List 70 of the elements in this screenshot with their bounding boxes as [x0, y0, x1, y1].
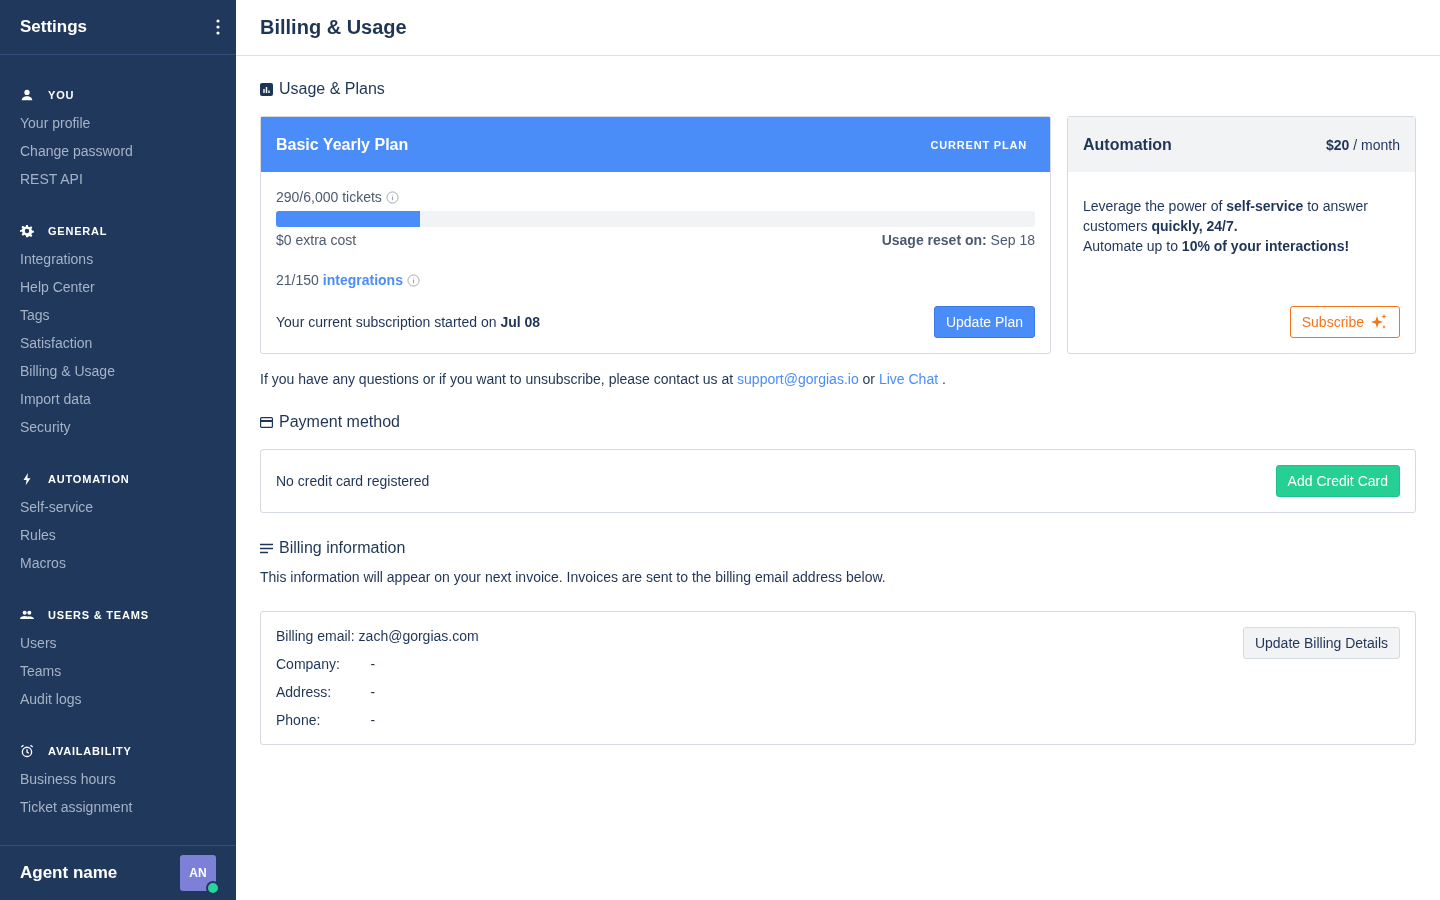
alarm-clock-icon — [20, 744, 34, 758]
update-plan-button[interactable]: Update Plan — [933, 306, 1035, 338]
bar-chart-icon — [260, 82, 273, 96]
field-value: - — [369, 655, 377, 673]
sidebar-item[interactable]: Satisfaction — [0, 329, 236, 357]
automation-price: $20 / month — [1326, 136, 1400, 153]
plan-name: Basic Yearly Plan — [276, 135, 409, 154]
section-heading: AVAILABILITY — [48, 745, 132, 757]
update-billing-details-button[interactable]: Update Billing Details — [1242, 627, 1400, 659]
settings-icon — [20, 224, 34, 238]
integrations-link[interactable]: integrations — [322, 272, 403, 288]
page-title: Billing & Usage — [260, 16, 407, 39]
field-label: Phone: — [276, 711, 322, 729]
sidebar-item[interactable]: Billing & Usage — [0, 357, 236, 385]
live-chat-link[interactable]: Live Chat — [878, 371, 939, 387]
integration-count: 21/150 — [276, 272, 319, 288]
subscription-start: Your current subscription started on Jul 08 — [276, 314, 541, 330]
sidebar-item[interactable]: Your profile — [0, 109, 236, 137]
section-title: Usage & Plans — [279, 80, 385, 98]
automation-description: Leverage the power of self-service to answer customers quickly, 24/7. — [1083, 197, 1369, 236]
section-title: Payment method — [279, 413, 400, 431]
sidebar-title: Settings — [20, 17, 88, 37]
contact-note: If you have any questions or if you want to unsubscribe, please contact us at support@gorgias.io or Live Chat . — [260, 371, 947, 387]
sidebar-item[interactable]: REST API — [0, 165, 236, 193]
lines-icon — [260, 541, 273, 555]
support-email-link[interactable]: support@gorgias.io — [737, 371, 859, 387]
field-value: - — [369, 683, 377, 701]
agent-name: Agent name — [20, 863, 118, 883]
sidebar-item[interactable]: Help Center — [0, 273, 236, 301]
sidebar-item[interactable]: Ticket assignment — [0, 793, 236, 821]
sidebar-item[interactable]: Security — [0, 413, 236, 441]
sidebar-item[interactable]: Audit logs — [0, 685, 236, 713]
automation-offer: Automate up to 10% of your interactions! — [1083, 237, 1351, 256]
sidebar-item[interactable]: Change password — [0, 137, 236, 165]
sidebar-item[interactable]: Self-service — [0, 493, 236, 521]
sparkle-icon — [1370, 313, 1388, 331]
field-label: Company: — [276, 655, 341, 673]
avatar[interactable]: AN — [180, 855, 216, 891]
section-heading: YOU — [48, 89, 75, 101]
sidebar-item[interactable]: Macros — [0, 549, 236, 577]
section-title: Billing information — [279, 539, 406, 557]
user-icon — [20, 88, 34, 102]
section-heading: GENERAL — [48, 225, 108, 237]
field-value: - — [369, 711, 377, 729]
section-heading: USERS & TEAMS — [48, 609, 149, 621]
payment-status: No credit card registered — [276, 473, 430, 489]
automation-title: Automation — [1083, 135, 1172, 154]
sidebar-item[interactable]: Business hours — [0, 765, 236, 793]
field-value: zach@gorgias.com — [358, 627, 479, 645]
credit-card-icon — [260, 415, 273, 429]
info-icon[interactable] — [385, 190, 399, 204]
sidebar-item[interactable]: Users — [0, 629, 236, 657]
sidebar-item[interactable]: Teams — [0, 657, 236, 685]
users-icon — [20, 608, 34, 622]
sidebar-item[interactable]: Rules — [0, 521, 236, 549]
ticket-usage: 290/6,000 tickets — [276, 189, 382, 205]
info-icon[interactable] — [406, 273, 420, 287]
more-icon[interactable] — [216, 19, 220, 35]
billing-note: This information will appear on your next invoice. Invoices are sent to the billing email address below. — [260, 569, 887, 585]
sidebar-item[interactable]: Tags — [0, 301, 236, 329]
subscribe-button[interactable]: Subscribe — [1289, 306, 1400, 338]
sidebar-item[interactable]: Import data — [0, 385, 236, 413]
field-label: Billing email: — [276, 627, 355, 645]
field-label: Address: — [276, 683, 333, 701]
usage-reset-date: Usage reset on: Sep 18 — [881, 232, 1035, 248]
status-dot — [206, 881, 220, 895]
sidebar-item[interactable]: Integrations — [0, 245, 236, 273]
current-plan-label: CURRENT PLAN — [930, 138, 1027, 151]
extra-cost: $0 extra cost — [276, 232, 357, 248]
section-heading: AUTOMATION — [48, 473, 130, 485]
